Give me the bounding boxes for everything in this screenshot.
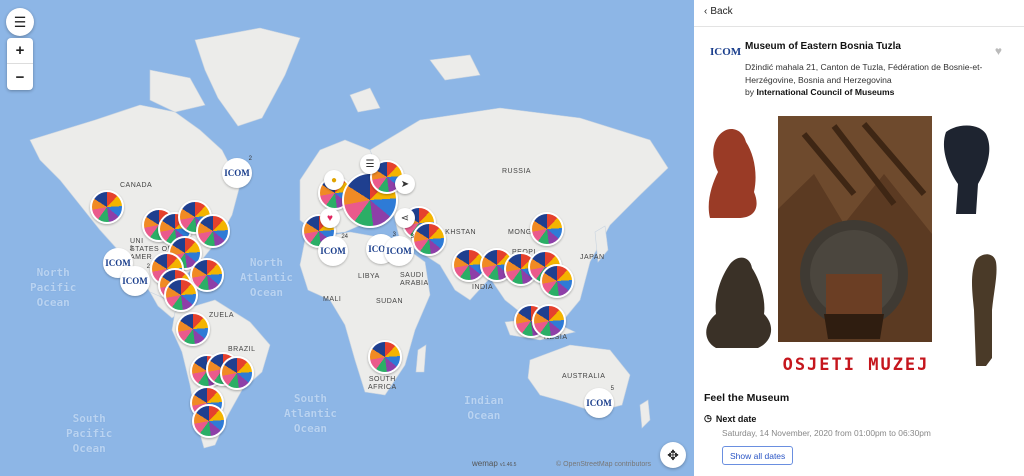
poster-text: OSJETI MUZEJ <box>783 355 930 375</box>
world-map[interactable]: CANADA UNI STATES OF AMER RUSSIA MONGO A… <box>0 0 694 476</box>
list-icon[interactable]: ☰ <box>360 154 380 174</box>
zoom-in-button[interactable]: + <box>7 38 33 64</box>
show-all-dates-button[interactable]: Show all dates <box>722 446 794 465</box>
museum-pin[interactable] <box>412 222 446 256</box>
next-date: ◷ Next date <box>704 413 757 424</box>
museum-pin[interactable] <box>196 214 230 248</box>
crosshair-icon: ✥ <box>667 446 679 463</box>
clock-icon: ◷ <box>704 413 712 423</box>
label-saudi-arabia: SAUDI ARABIA <box>400 272 429 287</box>
divider <box>694 26 1024 27</box>
ocean-south-atlantic: South Atlantic Ocean <box>284 392 337 435</box>
navigate-icon[interactable]: ➤ <box>395 174 415 194</box>
label-australia: AUSTRALIA <box>562 373 606 380</box>
ocean-north-pacific: North Pacific Ocean <box>30 266 77 309</box>
hamburger-icon: ☰ <box>13 13 27 30</box>
museum-pin[interactable] <box>220 356 254 390</box>
detail-panel: ‹ Back ICOM Museum of Eastern Bosnia Tuzl… <box>694 0 1024 476</box>
ocean-south-pacific: South Pacific Ocean <box>66 412 113 455</box>
label-india: INDIA <box>472 284 494 291</box>
museum-pin[interactable] <box>192 404 226 438</box>
info-icon[interactable]: ● <box>324 170 344 190</box>
osm-attribution[interactable]: © OpenStreetMap contributors <box>556 461 651 468</box>
museum-pin[interactable] <box>540 264 574 298</box>
heart-icon[interactable]: ♥ <box>320 208 340 228</box>
museum-title: Museum of Eastern Bosnia Tuzla <box>745 41 901 52</box>
chevron-left-icon: ‹ <box>704 6 708 17</box>
museum-photo: OSJETI MUZEJ <box>694 114 1024 382</box>
label-venezuela: ZUELA <box>209 312 235 319</box>
label-canada: CANADA <box>120 182 153 189</box>
label-mali: MALI <box>323 296 342 303</box>
museum-pin[interactable] <box>164 278 198 312</box>
museum-address: Džindić mahala 21, Canton de Tuzla, Fédé… <box>745 62 983 85</box>
favorite-heart-icon[interactable]: ♥ <box>995 44 1002 58</box>
icom-logo: ICOM <box>710 46 742 58</box>
zoom-out-button[interactable]: − <box>7 64 33 90</box>
museum-pin[interactable] <box>368 340 402 374</box>
museum-pin[interactable] <box>90 190 124 224</box>
museum-pin[interactable] <box>532 304 566 338</box>
label-south-africa: SOUTH AFRICA <box>368 376 397 391</box>
next-date-value: Saturday, 14 November, 2020 from 01:00pm… <box>722 428 931 438</box>
label-libya: LIBYA <box>358 273 380 280</box>
label-japan: JAPAN <box>580 254 605 261</box>
icom-cluster-marker[interactable]: ICOM 2 <box>222 156 252 188</box>
organizer: by International Council of Museums <box>745 87 895 97</box>
section-title: Feel the Museum <box>704 392 790 404</box>
ocean-indian: Indian Ocean <box>464 394 504 422</box>
label-brazil: BRAZIL <box>228 346 256 353</box>
back-button[interactable]: ‹ Back <box>704 6 733 17</box>
zoom-control[interactable]: + − <box>7 38 33 90</box>
locate-button[interactable]: ✥ <box>660 442 686 468</box>
share-icon[interactable]: ⋖ <box>395 208 415 228</box>
wemap-logo: wemap v1.46.5 <box>472 459 517 468</box>
label-sudan: SUDAN <box>376 298 404 305</box>
icom-cluster-marker[interactable]: ICOM 5 <box>584 386 614 418</box>
icom-cluster-marker[interactable]: ICOM 3 <box>384 234 414 266</box>
museum-pin[interactable] <box>176 312 210 346</box>
museum-pin[interactable] <box>530 212 564 246</box>
menu-button[interactable]: ☰ <box>6 8 34 36</box>
icom-cluster-marker[interactable]: ICOM 2 <box>120 264 150 296</box>
ocean-north-atlantic: North Atlantic Ocean <box>240 256 293 299</box>
icom-cluster-marker[interactable]: ICOM 24 <box>318 234 348 266</box>
organizer-link[interactable]: International Council of Museums <box>756 87 894 97</box>
label-russia: RUSSIA <box>502 168 532 175</box>
